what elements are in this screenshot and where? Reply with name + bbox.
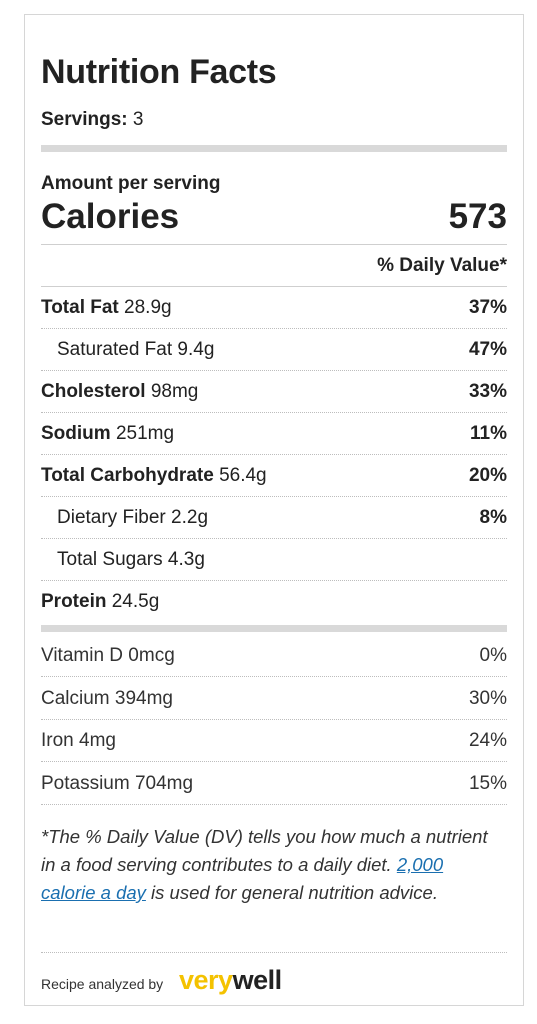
nutrition-facts-panel: Nutrition Facts Servings: 3 Amount per s… [24, 14, 524, 1006]
credit-text: Recipe analyzed by [41, 976, 164, 992]
vitamin-amount: 704mg [134, 773, 194, 794]
nutrient-row-protein: Protein 24.5g [41, 581, 507, 623]
calories-value: 573 [448, 197, 507, 236]
nutrient-name: Total Carbohydrate 56.4g [41, 465, 267, 487]
nutrient-label: Saturated Fat [57, 339, 173, 360]
nutrient-row-saturated-fat: Saturated Fat 9.4g 47% [41, 329, 507, 371]
vitamin-daily-value: 24% [468, 730, 507, 751]
amount-per-serving-label: Amount per serving [41, 173, 221, 194]
divider [41, 952, 507, 953]
nutrient-amount: 56.4g [219, 465, 267, 486]
nutrient-amount: 2.2g [171, 507, 209, 528]
nutrient-amount: 24.5g [111, 591, 160, 612]
nutrient-label: Total Fat [41, 297, 119, 318]
divider [41, 244, 507, 245]
nutrient-name: Dietary Fiber 2.2g [57, 507, 208, 529]
nutrient-name: Saturated Fat 9.4g [57, 339, 214, 361]
daily-value-footnote: *The % Daily Value (DV) tells you how mu… [41, 823, 499, 907]
thick-divider [41, 625, 507, 632]
vitamin-amount: 4mg [79, 730, 116, 751]
calories-label: Calories [41, 197, 180, 236]
vitamin-name: Calcium 394mg [41, 688, 173, 710]
vitamin-daily-value: 30% [468, 688, 507, 709]
vitamin-daily-value: 0% [479, 645, 507, 666]
vitamin-name: Vitamin D 0mcg [41, 645, 175, 667]
logo-part-very: very [179, 965, 233, 995]
vitamin-row-vitamin-d: Vitamin D 0mcg 0% [41, 635, 507, 677]
verywell-logo[interactable]: verywell [179, 965, 282, 996]
nutrient-daily-value: 11% [470, 423, 507, 444]
nutrient-daily-value: 37% [468, 297, 507, 318]
nutrient-name: Cholesterol 98mg [41, 381, 198, 403]
nutrient-label: Total Sugars [57, 549, 163, 570]
nutrient-amount: 251mg [115, 423, 175, 444]
servings-line: Servings: 3 [41, 109, 143, 131]
page-title: Nutrition Facts [41, 53, 277, 91]
vitamin-label: Calcium [41, 688, 110, 709]
nutrient-label: Protein [41, 591, 107, 612]
nutrient-row-total-carbohydrate: Total Carbohydrate 56.4g 20% [41, 455, 507, 497]
nutrient-amount: 9.4g [177, 339, 215, 360]
nutrient-name: Total Sugars 4.3g [57, 549, 205, 571]
vitamin-label: Iron [41, 730, 74, 751]
servings-value: 3 [132, 109, 144, 130]
logo-part-well: well [232, 965, 283, 995]
vitamin-row-potassium: Potassium 704mg 15% [41, 763, 507, 805]
vitamin-name: Potassium 704mg [41, 773, 193, 795]
vitamin-amount: 0mcg [128, 645, 175, 666]
daily-value-header: % Daily Value* [377, 255, 507, 276]
nutrient-daily-value: 47% [468, 339, 507, 360]
nutrient-daily-value: 33% [468, 381, 507, 402]
nutrient-label: Total Carbohydrate [41, 465, 214, 486]
vitamin-label: Vitamin D [41, 645, 124, 666]
nutrient-amount: 98mg [150, 381, 199, 402]
vitamin-label: Potassium [41, 773, 130, 794]
nutrient-row-sodium: Sodium 251mg 11% [41, 413, 507, 455]
nutrient-row-total-fat: Total Fat 28.9g 37% [41, 287, 507, 329]
nutrient-label: Sodium [41, 423, 111, 444]
thick-divider [41, 145, 507, 152]
nutrient-daily-value: 8% [479, 507, 507, 528]
nutrient-label: Dietary Fiber [57, 507, 166, 528]
nutrient-row-total-sugars: Total Sugars 4.3g [41, 539, 507, 581]
nutrient-amount: 4.3g [167, 549, 205, 570]
calories-row: Calories 573 [41, 197, 507, 241]
nutrient-amount: 28.9g [124, 297, 172, 318]
nutrient-daily-value: 20% [468, 465, 507, 486]
nutrient-label: Cholesterol [41, 381, 146, 402]
nutrient-name: Total Fat 28.9g [41, 297, 172, 319]
servings-label: Servings: [41, 109, 128, 130]
vitamin-amount: 394mg [114, 688, 174, 709]
nutrient-row-dietary-fiber: Dietary Fiber 2.2g 8% [41, 497, 507, 539]
vitamin-daily-value: 15% [468, 773, 507, 794]
vitamin-row-iron: Iron 4mg 24% [41, 720, 507, 762]
nutrient-name: Sodium 251mg [41, 423, 174, 445]
nutrient-name: Protein 24.5g [41, 591, 159, 613]
vitamin-name: Iron 4mg [41, 730, 116, 752]
vitamin-row-calcium: Calcium 394mg 30% [41, 678, 507, 720]
nutrient-row-cholesterol: Cholesterol 98mg 33% [41, 371, 507, 413]
footnote-text-end: is used for general nutrition advice. [151, 882, 438, 903]
